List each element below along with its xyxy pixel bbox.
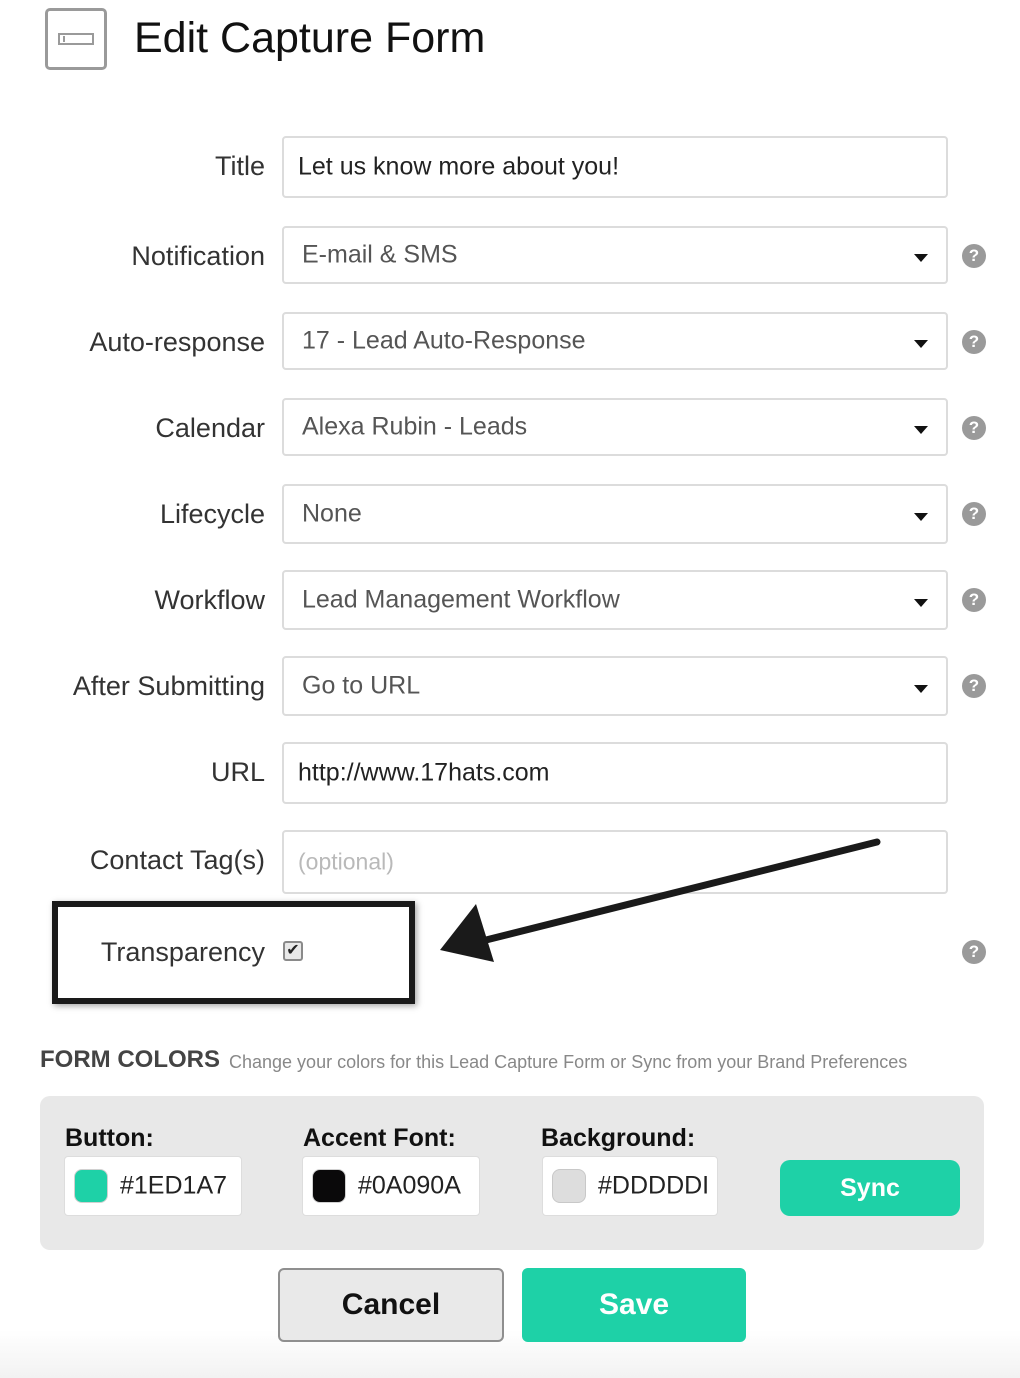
accent-font-color-value: #0A090A	[358, 1171, 461, 1200]
background-color-value: #DDDDDI	[598, 1171, 710, 1200]
cancel-button[interactable]: Cancel	[278, 1268, 504, 1342]
background-color-label: Background:	[541, 1124, 696, 1152]
calendar-select-value: Alexa Rubin - Leads	[302, 412, 528, 441]
help-icon[interactable]: ?	[962, 330, 986, 354]
title-input[interactable]: Let us know more about you!	[282, 136, 948, 198]
workflow-label: Workflow	[154, 585, 265, 615]
help-icon[interactable]: ?	[962, 588, 986, 612]
contact-tags-label: Contact Tag(s)	[89, 845, 265, 875]
lifecycle-select-value: None	[302, 499, 362, 528]
chevron-down-icon	[914, 599, 928, 607]
auto-response-label: Auto-response	[89, 327, 265, 357]
sync-button[interactable]: Sync	[780, 1160, 960, 1216]
auto-response-select[interactable]: 17 - Lead Auto-Response	[282, 312, 948, 370]
workflow-select[interactable]: Lead Management Workflow	[282, 570, 948, 630]
button-color-swatch[interactable]	[74, 1169, 108, 1203]
page-bottom-fade	[0, 1330, 1020, 1378]
url-input[interactable]: http://www.17hats.com	[282, 742, 948, 804]
contact-tags-placeholder: (optional)	[298, 848, 394, 875]
help-icon[interactable]: ?	[962, 244, 986, 268]
save-button[interactable]: Save	[522, 1268, 746, 1342]
page-title: Edit Capture Form	[134, 14, 486, 62]
background-color-input[interactable]: #DDDDDI	[542, 1156, 718, 1216]
after-submitting-label: After Submitting	[72, 671, 265, 701]
accent-font-color-swatch[interactable]	[312, 1169, 346, 1203]
title-input-value: Let us know more about you!	[298, 152, 620, 181]
accent-font-color-input[interactable]: #0A090A	[302, 1156, 480, 1216]
chevron-down-icon	[914, 426, 928, 434]
button-color-label: Button:	[65, 1124, 154, 1152]
after-submitting-select-value: Go to URL	[302, 671, 421, 700]
button-color-input[interactable]: #1ED1A7	[64, 1156, 242, 1216]
title-label: Title	[214, 151, 265, 181]
accent-font-color-label: Accent Font:	[303, 1124, 456, 1152]
chevron-down-icon	[914, 340, 928, 348]
annotation-arrow-icon	[440, 838, 881, 962]
lifecycle-select[interactable]: None	[282, 484, 948, 544]
calendar-select[interactable]: Alexa Rubin - Leads	[282, 398, 948, 456]
help-icon[interactable]: ?	[962, 416, 986, 440]
form-colors-title: FORM COLORS	[40, 1046, 220, 1073]
help-icon[interactable]: ?	[962, 674, 986, 698]
url-label: URL	[210, 757, 265, 787]
notification-select[interactable]: E-mail & SMS	[282, 226, 948, 284]
form-colors-subtitle: Change your colors for this Lead Capture…	[229, 1052, 908, 1072]
chevron-down-icon	[914, 685, 928, 693]
form-icon	[45, 8, 107, 70]
notification-label: Notification	[131, 241, 265, 271]
help-icon[interactable]: ?	[962, 502, 986, 526]
lifecycle-label: Lifecycle	[159, 499, 265, 529]
url-input-value: http://www.17hats.com	[298, 758, 550, 787]
calendar-label: Calendar	[155, 413, 265, 443]
auto-response-select-value: 17 - Lead Auto-Response	[302, 326, 586, 355]
background-color-swatch[interactable]	[552, 1169, 586, 1203]
button-color-value: #1ED1A7	[120, 1171, 228, 1200]
chevron-down-icon	[914, 254, 928, 262]
after-submitting-select[interactable]: Go to URL	[282, 656, 948, 716]
transparency-checkbox[interactable]: ✔	[283, 941, 303, 961]
workflow-select-value: Lead Management Workflow	[302, 585, 620, 614]
chevron-down-icon	[914, 513, 928, 521]
transparency-label: Transparency	[100, 937, 265, 967]
help-icon[interactable]: ?	[962, 940, 986, 964]
notification-select-value: E-mail & SMS	[302, 240, 458, 269]
